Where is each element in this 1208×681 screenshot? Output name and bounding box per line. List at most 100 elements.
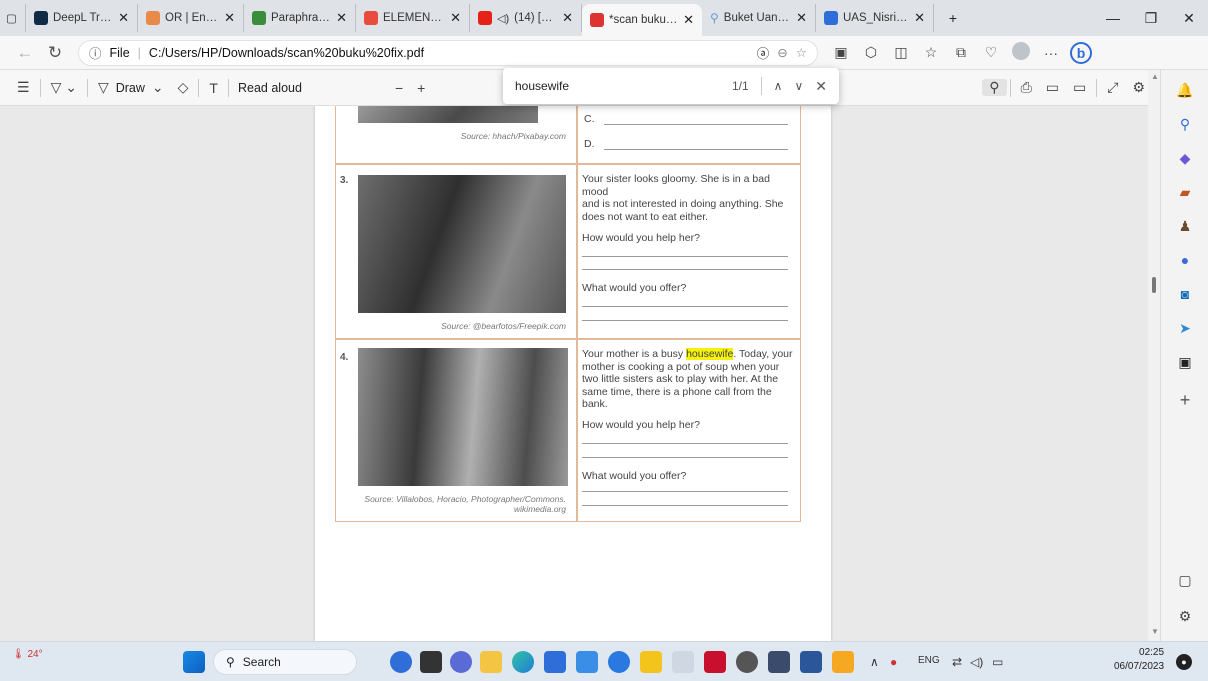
search-icon[interactable]: ⚲	[982, 79, 1007, 96]
microsoft365-icon[interactable]: ●	[1175, 250, 1195, 270]
sidebar-settings-gear-icon[interactable]: ⚙	[1175, 606, 1195, 626]
highlight-icon[interactable]: ▽ ⌄	[44, 79, 84, 96]
save-icon[interactable]: ▭	[1039, 79, 1066, 96]
scroll-thumb[interactable]	[1152, 277, 1156, 293]
tab-uas-nisrina[interactable]: UAS_Nisrina A ✕	[816, 4, 934, 32]
windows-start-icon[interactable]	[183, 651, 205, 673]
hide-sidebar-icon[interactable]: ▢	[1175, 570, 1195, 590]
vertical-scrollbar[interactable]: ▲ ▼	[1148, 70, 1160, 641]
zoom-out-icon[interactable]: −	[388, 80, 410, 96]
tab-paraphrasing[interactable]: Paraphrasing ✕	[244, 4, 356, 32]
word-icon[interactable]	[800, 651, 822, 673]
shopping-tag-icon[interactable]: ◆	[1175, 148, 1195, 168]
extensions-puzzle-icon[interactable]: ⬡	[856, 44, 886, 61]
draw-icon[interactable]: ▽	[91, 79, 116, 96]
close-tab-icon[interactable]: ✕	[683, 12, 694, 28]
split-screen-icon[interactable]: ◫	[886, 44, 916, 61]
print-icon[interactable]: ⎙	[1014, 79, 1039, 96]
collections-icon[interactable]: ⧉	[946, 44, 976, 61]
close-tab-icon[interactable]: ✕	[224, 10, 235, 26]
back-icon[interactable]: ←	[10, 43, 40, 63]
netflix-icon[interactable]	[704, 651, 726, 673]
clock[interactable]: 02:25 06/07/2023	[1114, 646, 1164, 674]
media-player-icon[interactable]: ▣	[1175, 352, 1195, 372]
close-tab-icon[interactable]: ✕	[118, 10, 129, 26]
answer-line[interactable]	[582, 443, 788, 444]
close-tab-icon[interactable]: ✕	[914, 10, 925, 26]
answer-line[interactable]	[582, 306, 788, 307]
find-previous-icon[interactable]: ∧	[774, 79, 783, 93]
whatsapp-icon[interactable]	[736, 651, 758, 673]
show-hidden-icons-icon[interactable]: ∧	[870, 655, 879, 669]
app-icon[interactable]	[608, 651, 630, 673]
close-window-icon[interactable]: ✕	[1170, 10, 1208, 27]
answer-line[interactable]	[582, 457, 788, 458]
app-icon[interactable]	[768, 651, 790, 673]
read-mode-icon[interactable]: ⓐ	[757, 43, 770, 62]
volume-icon[interactable]: ◁)	[970, 655, 983, 669]
answer-line[interactable]	[604, 149, 788, 150]
language-indicator[interactable]: ENG	[918, 655, 940, 666]
chat-icon[interactable]	[450, 651, 472, 673]
contents-icon[interactable]: ☰	[10, 79, 37, 96]
extension-icon[interactable]: ▣	[826, 44, 856, 61]
microsoft-store-icon[interactable]	[544, 651, 566, 673]
sticky-notes-icon[interactable]	[640, 651, 662, 673]
tab-element[interactable]: ELEMENT Syn ✕	[356, 4, 470, 32]
muhp-app-icon[interactable]	[576, 651, 598, 673]
close-tab-icon[interactable]: ✕	[562, 10, 573, 26]
scroll-up-icon[interactable]: ▲	[1151, 72, 1159, 81]
search-icon[interactable]: ⚲	[1175, 114, 1195, 134]
answer-line[interactable]	[582, 320, 788, 321]
outlook-icon[interactable]: ◙	[1175, 284, 1195, 304]
draw-dropdown-icon[interactable]: ⌄	[145, 79, 171, 96]
text-icon[interactable]: T	[202, 80, 225, 96]
weather-widget[interactable]: 🌡 24°	[12, 649, 43, 660]
scroll-down-icon[interactable]: ▼	[1151, 627, 1159, 636]
refresh-icon[interactable]: ↻	[40, 43, 70, 63]
tab-scan-buku-active[interactable]: *scan buku fo ✕	[582, 4, 702, 36]
find-input[interactable]: housewife	[515, 79, 732, 93]
read-aloud-button[interactable]: Read aloud	[232, 81, 308, 95]
new-tab-icon[interactable]: +	[934, 10, 972, 26]
find-next-icon[interactable]: ∨	[794, 79, 803, 93]
taskbar-search-box[interactable]: ⚲ Search	[213, 649, 357, 675]
answer-line[interactable]	[582, 505, 788, 506]
tab-actions-icon[interactable]: ▢	[0, 4, 26, 32]
add-app-icon[interactable]: +	[1175, 390, 1195, 410]
security-icon[interactable]: ●	[890, 655, 897, 669]
info-icon[interactable]: ⓘ	[89, 43, 102, 62]
minimize-icon[interactable]: —	[1094, 10, 1132, 26]
close-tab-icon[interactable]: ✕	[450, 10, 461, 26]
draw-label[interactable]: Draw	[116, 81, 145, 95]
answer-line[interactable]	[604, 124, 788, 125]
restore-icon[interactable]: ❐	[1132, 10, 1170, 27]
address-bar[interactable]: ⓘ File | C:/Users/HP/Downloads/scan%20bu…	[78, 39, 818, 66]
more-menu-icon[interactable]: ···	[1036, 45, 1066, 61]
notifications-badge[interactable]: ●	[1176, 654, 1192, 670]
close-tab-icon[interactable]: ✕	[336, 10, 347, 26]
edge-browser-icon[interactable]	[512, 651, 534, 673]
battery-icon[interactable]: ▭	[992, 655, 1003, 669]
browser-essentials-icon[interactable]: ♡	[976, 44, 1006, 61]
notification-bell-icon[interactable]: 🔔	[1175, 80, 1195, 100]
answer-line[interactable]	[582, 256, 788, 257]
task-view-icon[interactable]	[420, 651, 442, 673]
send-icon[interactable]: ➤	[1175, 318, 1195, 338]
wifi-app-icon[interactable]	[672, 651, 694, 673]
eraser-icon[interactable]: ◇	[171, 79, 196, 96]
zoom-in-icon[interactable]: +	[410, 80, 432, 96]
bing-app-icon[interactable]	[390, 651, 412, 673]
tab-buket-uang[interactable]: ⚲ Buket Uang 1 ✕	[702, 4, 816, 32]
games-icon[interactable]: ♟	[1175, 216, 1195, 236]
zoom-icon[interactable]: ⊖	[777, 45, 787, 60]
tools-briefcase-icon[interactable]: ▰	[1175, 182, 1195, 202]
tab-deepl[interactable]: DeepL Transla ✕	[26, 4, 138, 32]
profile-avatar[interactable]	[1006, 42, 1036, 63]
favorites-icon[interactable]: ☆	[916, 44, 946, 61]
favorite-star-icon[interactable]: ☆	[796, 45, 807, 60]
find-close-icon[interactable]: ✕	[815, 78, 827, 95]
file-explorer-icon[interactable]	[480, 651, 502, 673]
answer-line[interactable]	[582, 491, 788, 492]
answer-line[interactable]	[582, 269, 788, 270]
